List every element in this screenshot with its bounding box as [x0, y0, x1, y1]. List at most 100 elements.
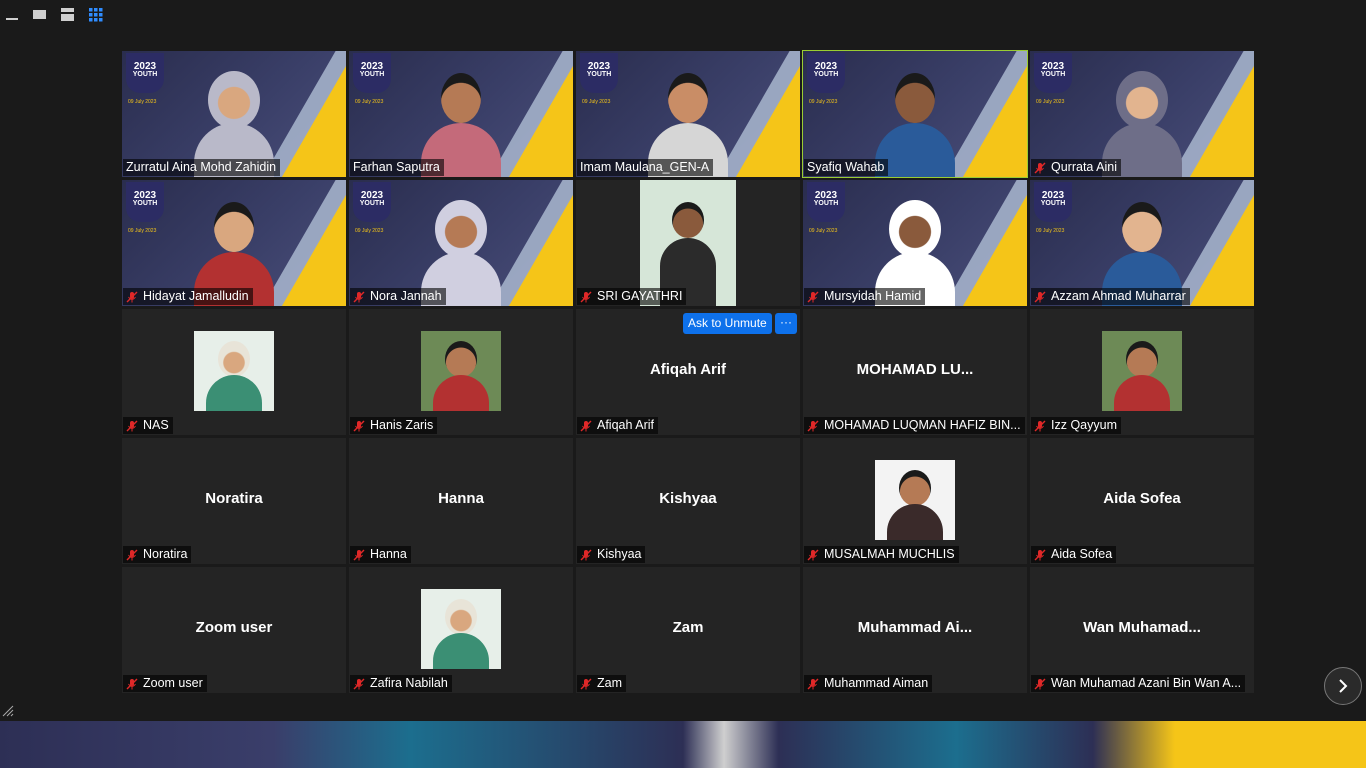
participant-tile[interactable]: 2023 YOUTH 09 July 2023 Qurrata Aini	[1030, 51, 1254, 177]
participant-tile[interactable]: 2023 YOUTH 09 July 2023 Syafiq Wahab	[802, 50, 1028, 178]
event-logo-year: 2023	[814, 61, 838, 72]
event-logo-title: YOUTH	[813, 71, 839, 78]
participant-name-label: Zurratul Aina Mohd Zahidin	[123, 159, 281, 176]
participant-name: Farhan Saputra	[353, 160, 440, 174]
participant-name-label: Mursyidah Hamid	[804, 288, 926, 305]
muted-mic-icon	[1034, 678, 1046, 689]
profile-picture	[875, 460, 955, 540]
muted-mic-icon	[126, 420, 138, 431]
participant-name: Imam Maulana_GEN-A	[580, 160, 710, 174]
minimize-icon[interactable]	[4, 6, 22, 24]
profile-picture	[421, 331, 501, 411]
event-logo-year: 2023	[1041, 61, 1065, 72]
event-logo: 2023 YOUTH	[807, 53, 845, 93]
shared-video-strip	[0, 721, 1366, 768]
event-logo: 2023 YOUTH	[126, 182, 164, 222]
participant-name-label: Syafiq Wahab	[804, 159, 889, 176]
participant-name: MOHAMAD LUQMAN HAFIZ BIN...	[824, 418, 1021, 432]
event-logo: 2023 YOUTH	[353, 53, 391, 93]
muted-mic-icon	[580, 678, 592, 689]
event-date: 09 July 2023	[128, 228, 157, 234]
participant-tile[interactable]: MOHAMAD LU... MOHAMAD LUQMAN HAFIZ BIN...	[803, 309, 1027, 435]
participant-name-label: MUSALMAH MUCHLIS	[804, 546, 959, 563]
participant-tile[interactable]: Zafira Nabilah	[349, 567, 573, 693]
participant-tile[interactable]: 2023 YOUTH 09 July 2023 Mursyidah Hamid	[803, 180, 1027, 306]
muted-mic-icon	[353, 678, 365, 689]
muted-mic-icon	[126, 291, 138, 302]
event-date: 09 July 2023	[355, 228, 384, 234]
muted-mic-icon	[353, 549, 365, 560]
speaker-view-icon[interactable]	[31, 6, 49, 24]
participant-name: Hanis Zaris	[370, 418, 434, 432]
participant-name: Nora Jannah	[370, 289, 442, 303]
participant-name: Mursyidah Hamid	[824, 289, 922, 303]
participant-display-name: Kishyaa	[659, 490, 717, 507]
participant-tile[interactable]: Kishyaa Kishyaa	[576, 438, 800, 564]
event-logo-year: 2023	[587, 61, 611, 72]
chevron-right-icon	[1339, 679, 1348, 693]
participant-tile[interactable]: 2023 YOUTH 09 July 2023 Farhan Saputra	[349, 51, 573, 177]
event-logo: 2023 YOUTH	[1034, 182, 1072, 222]
participant-more-button[interactable]: ···	[775, 313, 797, 334]
participant-tile[interactable]: Wan Muhamad... Wan Muhamad Azani Bin Wan …	[1030, 567, 1254, 693]
event-logo: 2023 YOUTH	[353, 182, 391, 222]
event-logo-title: YOUTH	[813, 200, 839, 207]
muted-mic-icon	[1034, 420, 1046, 431]
participant-name-label: MOHAMAD LUQMAN HAFIZ BIN...	[804, 417, 1025, 434]
event-logo: 2023 YOUTH	[580, 53, 618, 93]
participant-tile[interactable]: SRI GAYATHRI	[576, 180, 800, 306]
participant-name-label: Hanis Zaris	[350, 417, 438, 434]
participant-display-name: Muhammad Ai...	[857, 619, 973, 636]
participant-tile[interactable]: Noratira Noratira	[122, 438, 346, 564]
participant-tile[interactable]: Zoom user Zoom user	[122, 567, 346, 693]
ask-to-unmute-button[interactable]: Ask to Unmute	[683, 313, 772, 334]
participant-display-name: Zam	[672, 619, 704, 636]
participant-name-label: Farhan Saputra	[350, 159, 444, 176]
muted-mic-icon	[1034, 162, 1046, 173]
muted-mic-icon	[126, 678, 138, 689]
participant-name-label: Hidayat Jamalludin	[123, 288, 253, 305]
participant-tile[interactable]: 2023 YOUTH 09 July 2023 Azzam Ahmad Muharra…	[1030, 180, 1254, 306]
participant-name: Zam	[597, 676, 622, 690]
participant-tile[interactable]: MUSALMAH MUCHLIS	[803, 438, 1027, 564]
muted-mic-icon	[353, 420, 365, 431]
resize-handle-icon[interactable]	[2, 704, 14, 717]
participant-tile[interactable]: NAS	[122, 309, 346, 435]
participant-tile[interactable]: 2023 YOUTH 09 July 2023 Nora Jannah	[349, 180, 573, 306]
event-logo-title: YOUTH	[359, 200, 385, 207]
event-logo-title: YOUTH	[359, 71, 385, 78]
participant-name-label: NAS	[123, 417, 173, 434]
participant-name-label: Aida Sofea	[1031, 546, 1117, 563]
participant-tile[interactable]: Hanis Zaris	[349, 309, 573, 435]
participant-tile[interactable]: 2023 YOUTH 09 July 2023 Hidayat Jamalludin	[122, 180, 346, 306]
event-date: 09 July 2023	[128, 99, 157, 105]
participant-tile[interactable]: Hanna Hanna	[349, 438, 573, 564]
profile-picture	[421, 589, 501, 669]
muted-mic-icon	[1034, 549, 1046, 560]
participant-display-name: Aida Sofea	[1103, 490, 1181, 507]
participant-name: Zoom user	[143, 676, 203, 690]
muted-mic-icon	[807, 291, 819, 302]
view-mode-toolbar	[0, 0, 1366, 30]
participant-tile[interactable]: 2023 YOUTH 09 July 2023 Zurratul Aina Mohd …	[122, 51, 346, 177]
participant-tile[interactable]: Aida Sofea Aida Sofea	[1030, 438, 1254, 564]
muted-mic-icon	[580, 549, 592, 560]
participant-tile[interactable]: Muhammad Ai... Muhammad Aiman	[803, 567, 1027, 693]
next-page-button[interactable]	[1324, 667, 1362, 705]
event-logo-title: YOUTH	[1040, 200, 1066, 207]
participant-tile[interactable]: Zam Zam	[576, 567, 800, 693]
event-date: 09 July 2023	[809, 99, 838, 105]
participant-name-label: Kishyaa	[577, 546, 646, 563]
strip-view-icon[interactable]	[59, 6, 77, 24]
gallery-view-icon[interactable]	[87, 6, 105, 24]
participant-name-label: Qurrata Aini	[1031, 159, 1122, 176]
participant-tile[interactable]: 2023 YOUTH 09 July 2023 Imam Maulana_GEN-A	[576, 51, 800, 177]
participant-name: Hanna	[370, 547, 407, 561]
muted-mic-icon	[807, 678, 819, 689]
participant-tile[interactable]: Izz Qayyum	[1030, 309, 1254, 435]
participant-display-name: Zoom user	[195, 619, 273, 636]
event-date: 09 July 2023	[1036, 228, 1065, 234]
participant-name-label: Azzam Ahmad Muharrar	[1031, 288, 1190, 305]
profile-picture	[194, 331, 274, 411]
participant-name: Wan Muhamad Azani Bin Wan A...	[1051, 676, 1242, 690]
